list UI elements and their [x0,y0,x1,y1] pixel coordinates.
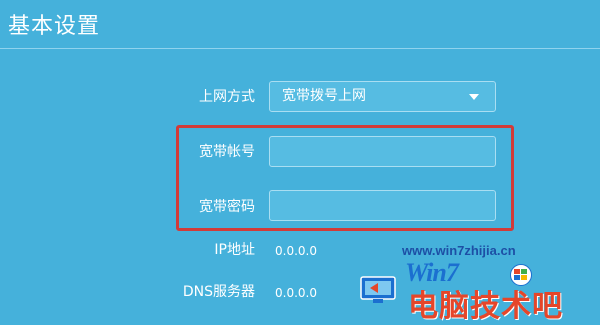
password-label: 宽带密码 [199,199,255,215]
dns-label: DNS服务器 [182,284,255,300]
watermark-text: 电脑技术吧 [408,289,563,324]
password-input[interactable] [269,190,496,221]
title-divider [0,48,600,49]
dns-value: 0.0.0.0 [275,286,317,300]
computer-icon [360,276,396,303]
page-title: 基本设置 [8,14,101,39]
account-input[interactable] [269,136,496,167]
connection-type-label: 上网方式 [199,89,255,105]
watermark-url: www.win7zhijia.cn [402,243,516,258]
account-label: 宽带帐号 [199,144,255,160]
ip-label: IP地址 [214,242,255,258]
ip-value: 0.0.0.0 [275,244,317,258]
chevron-down-icon [469,94,479,100]
connection-type-select[interactable]: 宽带拨号上网 [269,81,496,112]
connection-type-value: 宽带拨号上网 [282,88,366,104]
